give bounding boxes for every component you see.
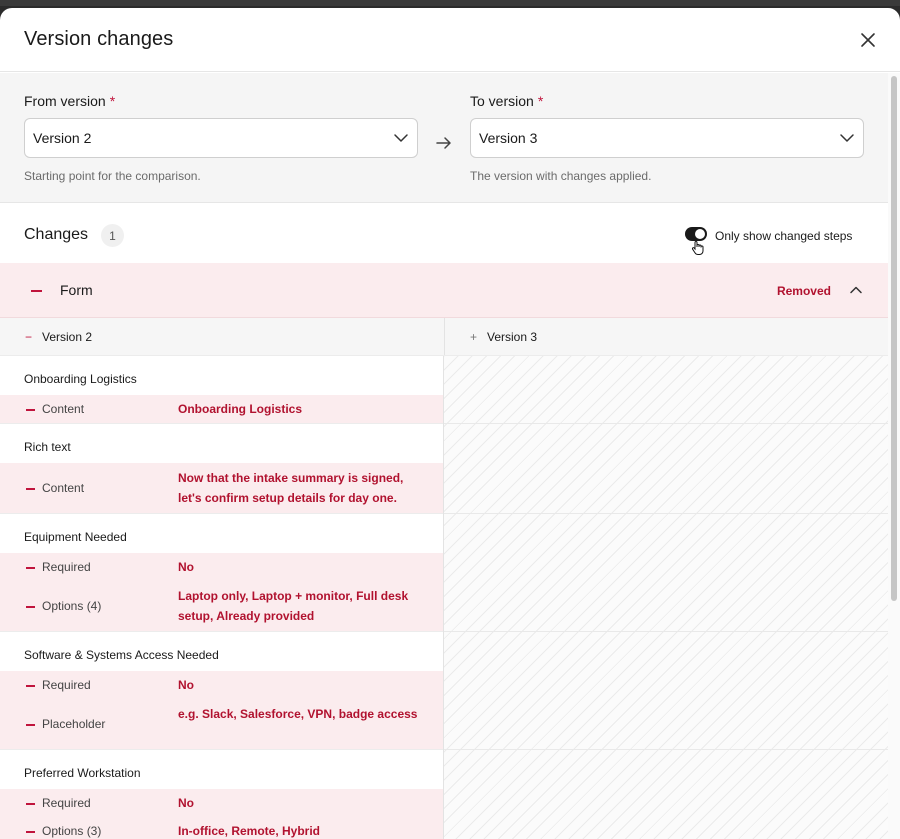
property-name: Content bbox=[42, 481, 85, 495]
required-mark: * bbox=[109, 93, 116, 109]
background-strip bbox=[0, 0, 900, 6]
modal-header: Version changes bbox=[0, 8, 900, 72]
changes-title: Changes bbox=[24, 226, 89, 243]
property-name: Options (4) bbox=[42, 599, 102, 613]
close-icon bbox=[861, 32, 875, 47]
hand-cursor-icon bbox=[691, 241, 704, 255]
empty-diff-cell bbox=[444, 356, 888, 424]
removed-property-row: Required No bbox=[0, 789, 443, 817]
only-changed-toggle[interactable] bbox=[685, 227, 707, 241]
field-block: Equipment Needed Required No Options (4) Lap… bbox=[0, 514, 443, 632]
version-picker: From version * Version 2 Starting point f… bbox=[0, 73, 888, 203]
removed-minus-icon bbox=[26, 409, 35, 411]
removed-property-row: Required No bbox=[0, 553, 443, 581]
property-name: Placeholder bbox=[42, 717, 106, 731]
removed-property-row: Content Onboarding Logistics bbox=[0, 395, 443, 423]
property-name: Options (3) bbox=[42, 824, 102, 838]
changes-count-badge: 1 bbox=[101, 224, 124, 247]
field-title: Equipment Needed bbox=[24, 530, 127, 544]
diff-grid: Onboarding Logistics Content Onboarding Lo… bbox=[0, 356, 888, 839]
property-name: Required bbox=[42, 560, 91, 574]
removed-property-row: Placeholder e.g. Slack, Salesforce, VPN, … bbox=[0, 699, 443, 749]
removed-minus-icon bbox=[26, 606, 35, 608]
property-name: Required bbox=[42, 796, 91, 810]
removed-minus-icon bbox=[26, 488, 35, 490]
scroll-content: From version * Version 2 Starting point f… bbox=[0, 73, 888, 839]
removed-minus-icon bbox=[26, 803, 35, 805]
modal-body[interactable]: From version * Version 2 Starting point f… bbox=[0, 73, 900, 839]
required-mark: * bbox=[537, 93, 544, 109]
empty-diff-cell bbox=[444, 514, 888, 632]
version-changes-modal: Version changes From version* Version 2 bbox=[0, 8, 900, 839]
property-name: Required bbox=[42, 678, 91, 692]
step-name: Form bbox=[60, 282, 93, 298]
only-changed-label[interactable]: Only show changed steps bbox=[715, 229, 852, 243]
from-version-select[interactable]: Version 2 bbox=[24, 118, 418, 158]
property-value: Now that the intake summary is signed, l… bbox=[178, 471, 404, 505]
property-value: Onboarding Logistics bbox=[178, 402, 303, 416]
scrollbar[interactable] bbox=[888, 73, 900, 839]
field-title: Rich text bbox=[24, 440, 71, 454]
removed-property-row: Content Now that the intake summary is si… bbox=[0, 463, 443, 513]
field-block: Software & Systems Access Needed Required… bbox=[0, 632, 443, 750]
to-version-label: To version * bbox=[470, 93, 864, 110]
removed-minus-icon bbox=[26, 567, 35, 569]
field-block: Rich text Content Now that the intake summ… bbox=[0, 424, 443, 514]
removed-property-row: Required No bbox=[0, 671, 443, 699]
diff-columns-header: − Version 2 + Version 3 bbox=[0, 318, 888, 356]
step-status-badge: Removed bbox=[776, 284, 831, 298]
to-version-help: The version with changes applied. bbox=[470, 169, 652, 183]
property-value: No bbox=[178, 560, 194, 574]
changes-header: Changes 1 Only show changed steps bbox=[0, 203, 888, 263]
property-value: In-office, Remote, Hybrid bbox=[178, 824, 321, 838]
scrollbar-thumb[interactable] bbox=[891, 76, 897, 601]
toggle-knob bbox=[695, 229, 705, 239]
removed-property-row: Options (4) Laptop only, Laptop + monitor… bbox=[0, 581, 443, 631]
to-version-field: To version * Version 3 The version with c… bbox=[470, 93, 864, 183]
removed-minus-icon bbox=[31, 290, 42, 292]
from-version-label-text: From version bbox=[24, 93, 106, 109]
to-version-select[interactable]: Version 3 bbox=[470, 118, 864, 158]
field-title: Software & Systems Access Needed bbox=[24, 648, 219, 662]
right-column-label: Version 3 bbox=[487, 330, 538, 344]
step-row-form[interactable]: Form Removed bbox=[0, 263, 888, 318]
from-version-label: From version * bbox=[24, 93, 418, 110]
chevron-down-icon bbox=[394, 134, 408, 142]
property-value: No bbox=[178, 796, 194, 810]
right-diff-column-empty bbox=[444, 356, 888, 839]
property-name: Content bbox=[42, 402, 85, 416]
from-version-value: Version 2 bbox=[33, 130, 92, 146]
modal-title: Version changes bbox=[24, 28, 174, 50]
property-value: No bbox=[178, 678, 194, 692]
empty-diff-cell bbox=[444, 424, 888, 514]
field-block: Onboarding Logistics Content Onboarding Lo… bbox=[0, 356, 443, 424]
empty-diff-cell bbox=[444, 632, 888, 750]
left-diff-column: Onboarding Logistics Content Onboarding Lo… bbox=[0, 356, 444, 839]
plus-icon: + bbox=[470, 330, 478, 344]
field-title: Preferred Workstation bbox=[24, 766, 141, 780]
chevron-down-icon bbox=[840, 134, 854, 142]
to-version-label-text: To version bbox=[470, 93, 534, 109]
field-title: Onboarding Logistics bbox=[24, 372, 137, 386]
removed-minus-icon bbox=[26, 685, 35, 687]
field-block: Preferred Workstation Required No Options (… bbox=[0, 750, 443, 839]
left-column-header: − Version 2 bbox=[0, 318, 444, 355]
minus-icon: − bbox=[25, 330, 33, 344]
arrow-right-icon bbox=[436, 137, 451, 149]
to-version-value: Version 3 bbox=[479, 130, 538, 146]
left-column-label: Version 2 bbox=[42, 330, 93, 344]
removed-minus-icon bbox=[26, 724, 35, 726]
empty-diff-cell bbox=[444, 750, 888, 839]
removed-property-row: Options (3) In-office, Remote, Hybrid bbox=[0, 817, 443, 839]
from-version-field: From version * Version 2 Starting point f… bbox=[24, 93, 418, 183]
property-value: Laptop only, Laptop + monitor, Full desk… bbox=[178, 589, 409, 623]
close-button[interactable] bbox=[856, 28, 880, 52]
from-version-help: Starting point for the comparison. bbox=[24, 169, 201, 183]
chevron-up-icon[interactable] bbox=[848, 282, 864, 298]
right-column-header: + Version 3 bbox=[444, 318, 888, 355]
removed-minus-icon bbox=[26, 831, 35, 833]
property-value: e.g. Slack, Salesforce, VPN, badge acces… bbox=[178, 707, 418, 721]
